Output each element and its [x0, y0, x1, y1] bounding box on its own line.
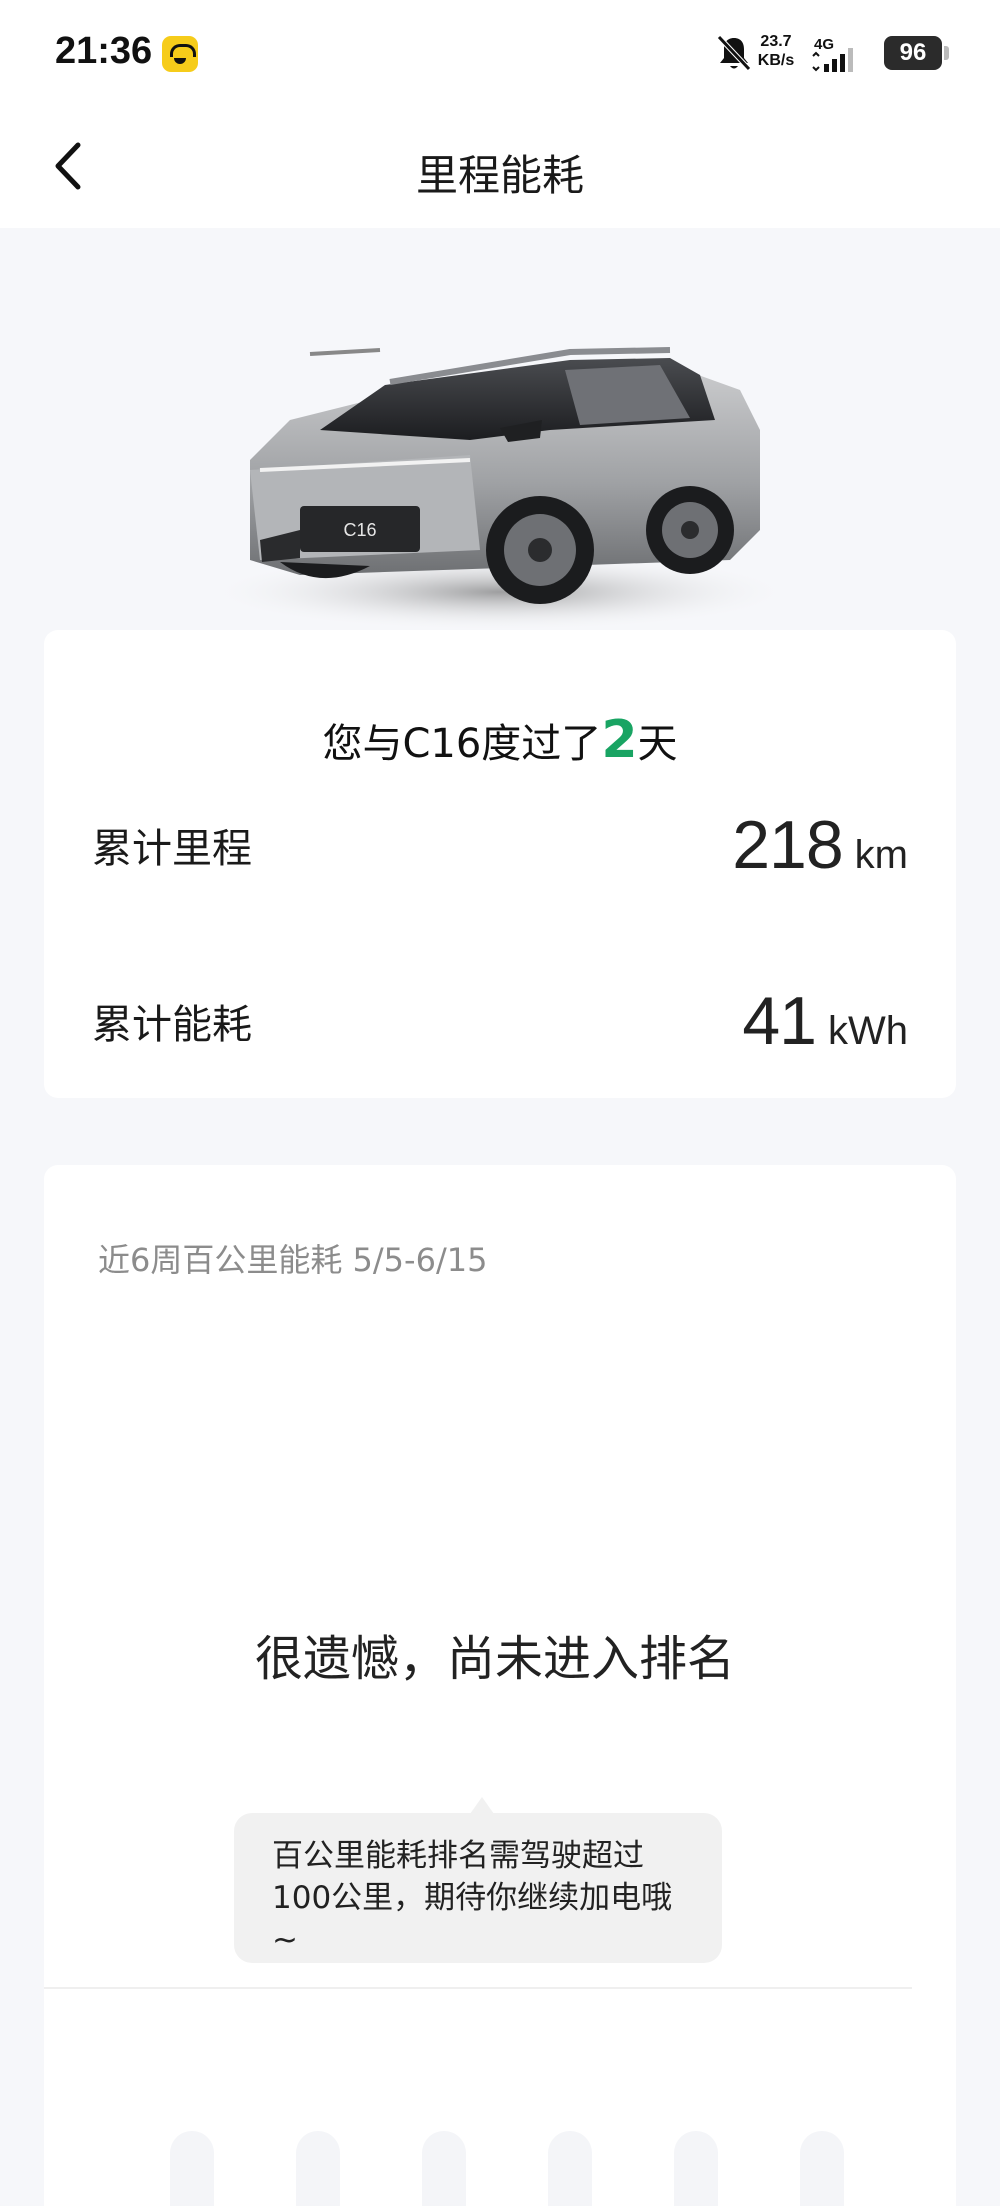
signal-icon: 4G: [812, 36, 853, 72]
days-prefix: 您与C16度过了: [322, 721, 602, 767]
net-speed-value: 23.7: [760, 33, 792, 50]
mileage-value: 218: [732, 807, 843, 883]
bell-muted-icon: [717, 35, 751, 71]
mileage-row: 累计里程 218 km: [92, 802, 908, 892]
chart-bar-track: [422, 2131, 466, 2206]
divider: [44, 1987, 912, 1989]
chart-bar-track: [170, 2131, 214, 2206]
tip-arrow: [470, 1797, 494, 1814]
net-speed: 23.7 KB/s: [754, 32, 798, 70]
days-value: 2: [601, 710, 638, 770]
energy-row: 累计能耗 41 kWh: [92, 978, 908, 1068]
chart-bar-track: [548, 2131, 592, 2206]
not-ranked-message: 很遗憾，尚未进入排名: [254, 1631, 735, 1687]
energy-value: 41: [742, 983, 817, 1059]
status-icons: 23.7 KB/s 4G 96: [648, 32, 949, 76]
net-speed-unit: KB/s: [757, 52, 795, 69]
status-bar: 21:36 23.7 KB/s 4G 96: [0, 0, 1000, 110]
chart-bar-track: [674, 2131, 718, 2206]
page-title: 里程能耗: [415, 151, 584, 200]
chart-bar-track: [800, 2131, 844, 2206]
summary-card: 您与C16度过了2天 累计里程 218 km 累计能耗 41 kWh: [44, 630, 956, 1098]
energy-label: 累计能耗: [92, 1002, 252, 1048]
app-icon: [162, 36, 198, 72]
header: 里程能耗: [0, 110, 1000, 228]
days-together-line: 您与C16度过了2天: [44, 710, 956, 770]
car-image: C16: [200, 347, 800, 630]
network-type: 4G: [814, 36, 834, 53]
mileage-value-group: 218 km: [732, 806, 908, 884]
mileage-label: 累计里程: [92, 826, 252, 872]
energy-value-group: 41 kWh: [742, 982, 908, 1060]
status-time: 21:36: [55, 30, 153, 72]
tip-bubble: 百公里能耗排名需驾驶超过100公里，期待你继续加电哦~: [234, 1813, 722, 1963]
ranking-subtitle: 近6周百公里能耗 5/5-6/15: [98, 1241, 488, 1279]
energy-unit: kWh: [828, 1009, 908, 1053]
days-suffix: 天: [637, 721, 678, 767]
chart-bar-track: [296, 2131, 340, 2206]
mileage-unit: km: [854, 833, 908, 877]
car-badge: C16: [343, 520, 376, 540]
ranking-card: 近6周百公里能耗 5/5-6/15 很遗憾，尚未进入排名 百公里能耗排名需驾驶超…: [44, 1165, 956, 2206]
battery-icon: 96: [884, 36, 949, 70]
